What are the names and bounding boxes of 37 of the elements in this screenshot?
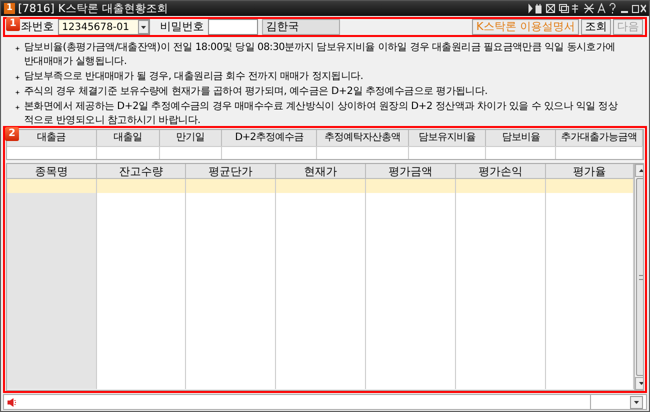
section-badge: 1 <box>6 17 20 31</box>
notice-text: 담보비율(총평가금액/대출잔액)이 전일 18:00및 당일 08:30분까지 담보유지비율 이하일 경우 대출원리금 필요금액만큼 익일 동시호가에 반대매매가 실행됩니다. <box>24 41 616 69</box>
column-header: 평균단가 <box>186 164 276 178</box>
bullet-icon <box>15 90 20 95</box>
bullet-icon <box>15 105 20 110</box>
window-badge: 1 <box>4 3 15 14</box>
column-header: D+2추정예수금 <box>222 130 318 146</box>
account-dropdown[interactable]: 12345678-01 <box>58 19 150 35</box>
column-header: 대출일 <box>96 130 160 146</box>
notice-text: 담보부족으로 반대매매가 될 경우, 대출원리금 회수 전까지 매매가 정지됩니다. <box>24 70 364 84</box>
column-header: 만기일 <box>160 130 222 146</box>
column-header: 추정예탁자산총액 <box>317 130 409 146</box>
table-cell <box>486 146 556 159</box>
column-header: 담보유지비율 <box>408 130 486 146</box>
speaker-icon <box>7 398 17 406</box>
column-header: 평가금액 <box>366 164 456 178</box>
column-header: 현재가 <box>276 164 366 178</box>
column-header: 추가대출가능금액 <box>556 130 643 146</box>
password-field[interactable] <box>208 19 258 35</box>
column-header: 종목명 <box>7 164 97 178</box>
bullet-icon <box>15 46 20 51</box>
column-header: 담보비율 <box>486 130 556 146</box>
section-badge: 2 <box>5 127 19 141</box>
password-label: 비밀번호 <box>160 18 204 35</box>
bullet-icon <box>15 75 20 80</box>
table-row[interactable] <box>7 193 634 207</box>
notice-text: 주식의 경우 체결기준 보유수량에 현재가를 곱하여 평가되며, 예수금은 D+2일 추정예수금으로 평가됩니다. <box>24 85 488 99</box>
table-cell <box>96 146 160 159</box>
customer-name: 김한국 <box>262 19 340 35</box>
toolbar-button[interactable]: 조회 <box>581 19 611 35</box>
column-header: 평가손익 <box>456 164 546 178</box>
notice-text: 본화면에서 제공하는 D+2일 추정예수금의 경우 매매수수료 계산방식이 상이하여 원장의 D+2 정산액과 차이가 있을 수 있으나 익일 정상적으로 반영되오니 참고하시기 바랍니다. <box>24 100 619 126</box>
table-cell <box>160 146 222 159</box>
window-title: [7816] K스탁론 대출현황조회 <box>18 2 168 15</box>
column-header: 잔고수량 <box>97 164 186 178</box>
account-label: 좌번호 <box>21 18 54 35</box>
window-tools-drawing[interactable] <box>528 3 646 14</box>
